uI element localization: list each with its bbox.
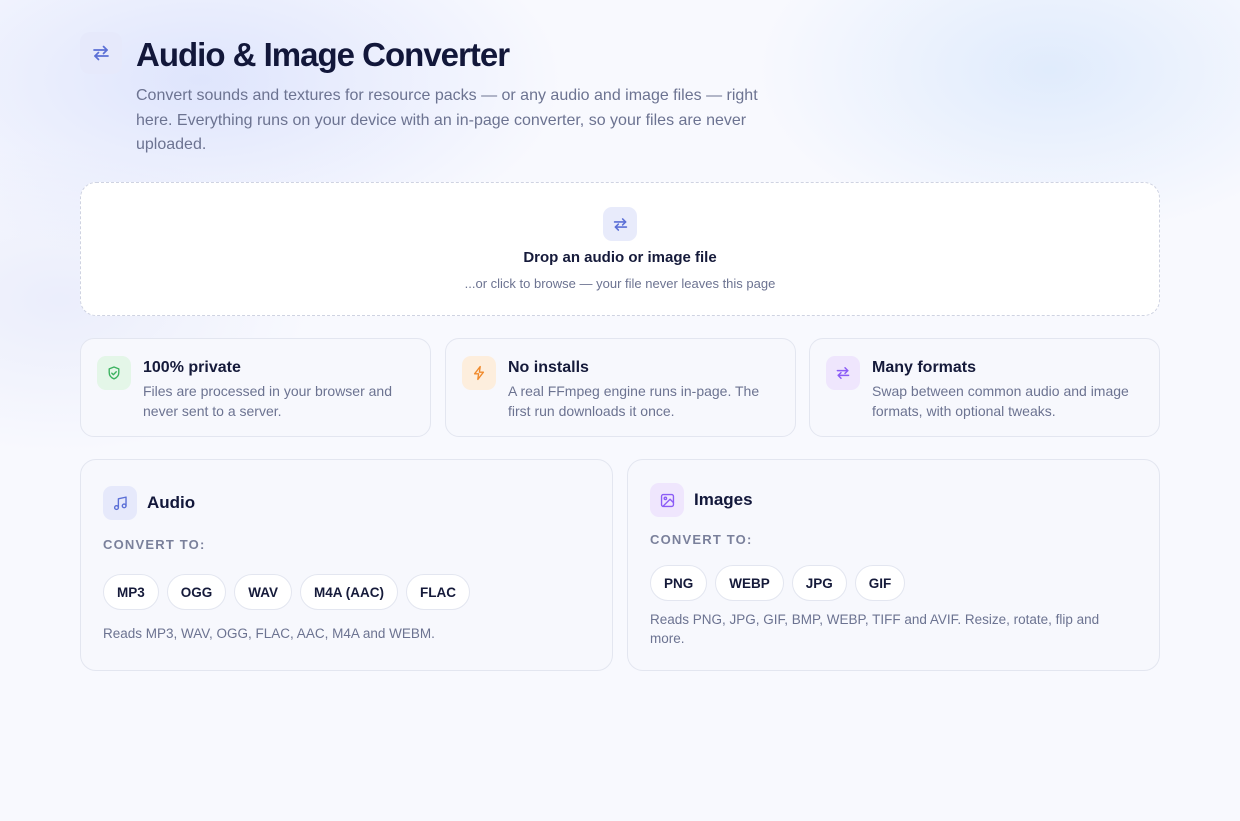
page-subtitle: Convert sounds and textures for resource… bbox=[136, 87, 758, 153]
format-chip-webp[interactable]: WEBP bbox=[715, 565, 784, 601]
shield-check-icon bbox=[97, 356, 131, 390]
images-panel-title: Images bbox=[694, 490, 753, 509]
swap-arrows-icon bbox=[826, 356, 860, 390]
audio-panel-title: Audio bbox=[147, 493, 196, 512]
images-supported-formats-note: Reads PNG, JPG, GIF, BMP, WEBP, TIFF and… bbox=[650, 612, 1100, 646]
feature-title: No installs bbox=[508, 359, 589, 376]
format-chip-gif[interactable]: GIF bbox=[854, 565, 906, 601]
audio-convert-label: CONVERT TO: bbox=[103, 537, 206, 552]
dropzone-subtitle: ...or click to browse — your file never … bbox=[464, 276, 776, 291]
lightning-icon bbox=[462, 356, 496, 390]
page-content: Audio & Image Converter Convert sounds a… bbox=[80, 32, 1160, 671]
feature-card-no-installs: No installs A real FFmpeg engine runs in… bbox=[445, 338, 796, 437]
images-convert-label: CONVERT TO: bbox=[650, 532, 753, 547]
music-note-icon bbox=[103, 486, 137, 520]
format-chip-wav[interactable]: WAV bbox=[234, 574, 293, 610]
feature-description: Swap between common audio and image form… bbox=[872, 383, 1129, 419]
dropzone-title: Drop an audio or image file bbox=[523, 249, 717, 266]
file-dropzone[interactable]: Drop an audio or image file ...or click … bbox=[80, 182, 1160, 316]
feature-description: Files are processed in your browser and … bbox=[143, 383, 393, 419]
images-panel: Images CONVERT TO: PNG WEBP JPG GIF Read… bbox=[627, 459, 1160, 671]
audio-format-chips: MP3 OGG WAV M4A (AAC) FLAC bbox=[103, 574, 471, 610]
page-header: Audio & Image Converter Convert sounds a… bbox=[80, 32, 1160, 182]
format-chip-png[interactable]: PNG bbox=[650, 565, 708, 601]
feature-card-private: 100% private Files are processed in your… bbox=[80, 338, 431, 437]
images-format-chips: PNG WEBP JPG GIF bbox=[650, 565, 906, 601]
swap-arrows-icon bbox=[603, 207, 637, 241]
format-chip-jpg[interactable]: JPG bbox=[791, 565, 847, 601]
audio-supported-formats-note: Reads MP3, WAV, OGG, FLAC, AAC, M4A and … bbox=[103, 626, 435, 641]
feature-title: Many formats bbox=[872, 359, 977, 376]
feature-description: A real FFmpeg engine runs in-page. The f… bbox=[508, 383, 760, 419]
page-title: Audio & Image Converter bbox=[136, 36, 510, 73]
feature-cards: 100% private Files are processed in your… bbox=[80, 338, 1160, 437]
format-chip-flac[interactable]: FLAC bbox=[406, 574, 471, 610]
image-icon bbox=[650, 483, 684, 517]
feature-title: 100% private bbox=[143, 359, 241, 376]
format-chip-mp3[interactable]: MP3 bbox=[103, 574, 159, 610]
format-chip-m4a-aac[interactable]: M4A (AAC) bbox=[300, 574, 399, 610]
feature-card-many-formats: Many formats Swap between common audio a… bbox=[809, 338, 1160, 437]
swap-arrows-icon bbox=[80, 32, 122, 74]
format-chip-ogg[interactable]: OGG bbox=[166, 574, 227, 610]
audio-panel: Audio CONVERT TO: MP3 OGG WAV M4A (AAC) … bbox=[80, 459, 613, 671]
